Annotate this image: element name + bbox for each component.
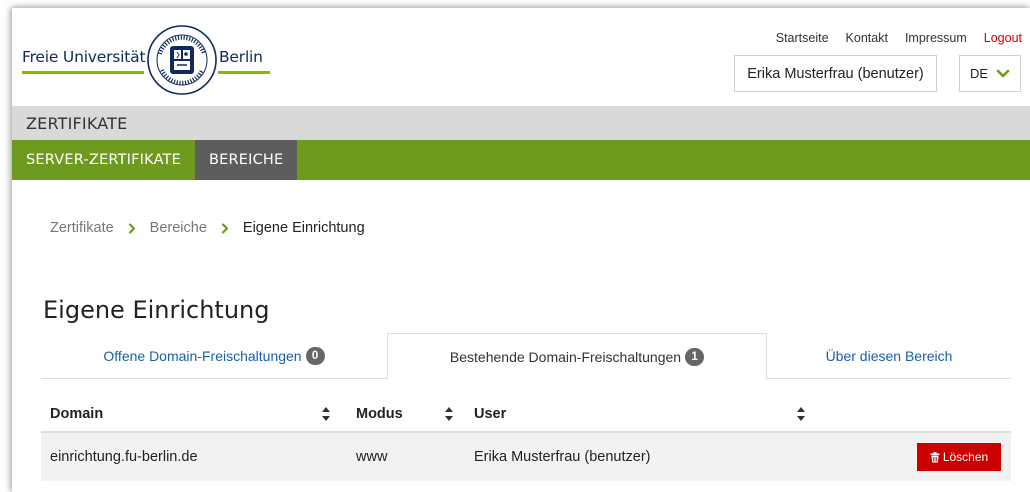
logo-underline-right (218, 71, 270, 74)
trash-icon (930, 451, 940, 462)
breadcrumb: Zertifikate Bereiche Eigene Einrichtung (50, 220, 365, 236)
tab-label: Bestehende Domain-Freischaltungen (449, 348, 682, 365)
cell-user: Erika Musterfrau (benutzer) (474, 449, 651, 465)
sort-icon[interactable] (321, 406, 331, 422)
university-seal-icon (147, 25, 217, 95)
delete-button-label: Löschen (942, 450, 989, 464)
nav-item-server-zertifikate[interactable]: SERVER-ZERTIFIKATE (12, 140, 195, 180)
tab-label: Offene Domain-Freischaltungen (103, 348, 302, 364)
count-badge: 0 (305, 347, 325, 365)
nav-item-label: BEREICHE (208, 152, 284, 168)
logo-underline-left (22, 71, 144, 74)
cell-domain: einrichtung.fu-berlin.de (50, 449, 198, 465)
tab-label: Über diesen Bereich (825, 348, 953, 364)
cell-mode: www (356, 449, 388, 465)
chevron-right-icon (128, 222, 135, 234)
breadcrumb-item-zertifikate[interactable]: Zertifikate (50, 220, 114, 236)
language-selected: DE (969, 66, 989, 81)
app-title-bar: ZERTIFIKATE (12, 106, 1030, 140)
tab-bestehende-domain-freischaltungen[interactable]: Bestehende Domain-Freischaltungen 1 (387, 333, 767, 380)
nav-item-bereiche[interactable]: BEREICHE (194, 140, 298, 180)
tab-offene-domain-freischaltungen[interactable]: Offene Domain-Freischaltungen 0 (41, 333, 387, 379)
top-navigation: Startseite Kontakt Impressum Logout (759, 31, 1022, 45)
user-name: Erika Musterfrau (benutzer) (747, 65, 924, 82)
nav-item-label: SERVER-ZERTIFIKATE (26, 152, 181, 168)
logo-text-right: Berlin (219, 48, 263, 66)
user-account-button[interactable]: Erika Musterfrau (benutzer) (734, 55, 937, 92)
logo-text-left: Freie Universität (22, 48, 146, 66)
chevron-down-icon (996, 69, 1010, 77)
chevron-right-icon (221, 222, 229, 234)
delete-button[interactable]: Löschen (917, 443, 1001, 471)
tab-ueber-diesen-bereich[interactable]: Über diesen Bereich (767, 333, 1011, 379)
page-frame: Freie Universität Berlin Startseite Kont… (12, 8, 1030, 492)
app-title: ZERTIFIKATE (26, 113, 128, 133)
logout-link[interactable]: Logout (984, 31, 1022, 45)
breadcrumb-item-bereiche[interactable]: Bereiche (150, 220, 207, 236)
tab-bar: Offene Domain-Freischaltungen 0 Bestehen… (41, 333, 1011, 380)
sort-icon[interactable] (796, 406, 806, 422)
column-header-domain[interactable]: Domain (50, 406, 103, 422)
domain-table: Domain Modus User einrichtung.fu-berlin.… (41, 396, 1011, 481)
home-link[interactable]: Startseite (776, 31, 829, 45)
table-row: einrichtung.fu-berlin.de www Erika Muste… (41, 433, 1011, 481)
table-header: Domain Modus User (41, 396, 1011, 433)
university-logo[interactable]: Freie Universität Berlin (22, 24, 272, 95)
language-select[interactable]: DE (959, 55, 1021, 92)
column-header-user[interactable]: User (474, 406, 506, 422)
breadcrumb-current: Eigene Einrichtung (242, 220, 365, 236)
header: Freie Universität Berlin Startseite Kont… (12, 8, 1030, 106)
contact-link[interactable]: Kontakt (846, 31, 888, 45)
column-header-modus[interactable]: Modus (356, 406, 403, 422)
imprint-link[interactable]: Impressum (905, 31, 967, 45)
sort-icon[interactable] (444, 406, 454, 422)
main-navigation: SERVER-ZERTIFIKATE BEREICHE (12, 140, 1030, 180)
count-badge: 1 (685, 347, 705, 366)
page-title: Eigene Einrichtung (43, 296, 270, 324)
